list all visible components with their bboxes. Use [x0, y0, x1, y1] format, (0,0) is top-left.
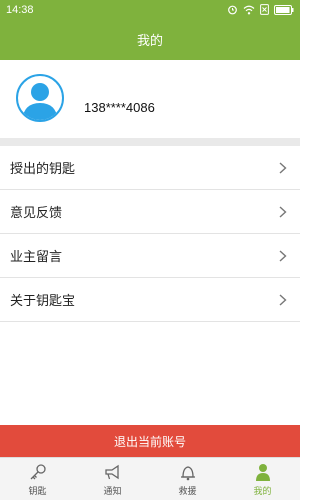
chevron-right-icon	[279, 249, 287, 262]
menu-item-label: 业主留言	[10, 250, 63, 265]
logout-button[interactable]: 退出当前账号	[0, 425, 300, 457]
tab-mine[interactable]: 我的	[225, 458, 300, 500]
status-time: 14:38	[6, 3, 34, 16]
tab-label: 通知	[103, 486, 122, 497]
bell-icon	[180, 465, 195, 480]
menu-item-label: 授出的钥匙	[10, 162, 76, 177]
menu-item-feedback[interactable]: 意见反馈	[0, 190, 300, 234]
menu-item-about[interactable]: 关于钥匙宝	[0, 278, 300, 322]
alarm-icon	[228, 5, 237, 15]
tab-label: 钥匙	[28, 486, 47, 497]
page-title: 我的	[136, 34, 163, 49]
chevron-right-icon	[279, 205, 287, 218]
tab-label: 我的	[253, 486, 272, 497]
profile-section: 138****4086	[0, 60, 300, 138]
status-icons	[227, 4, 294, 15]
avatar[interactable]	[16, 74, 64, 122]
key-icon	[30, 463, 46, 479]
settings-menu: 授出的钥匙 意见反馈 业主留言 关于钥匙宝	[0, 146, 300, 322]
logout-label: 退出当前账号	[113, 434, 186, 449]
tab-label: 救援	[178, 486, 197, 497]
section-divider	[0, 138, 300, 146]
menu-item-owner-messages[interactable]: 业主留言	[0, 234, 300, 278]
status-bar: 14:38	[0, 0, 300, 19]
chevron-right-icon	[279, 293, 287, 306]
menu-item-label: 意见反馈	[10, 206, 63, 221]
menu-item-label: 关于钥匙宝	[10, 294, 76, 309]
tab-keys[interactable]: 钥匙	[0, 458, 75, 500]
person-icon	[255, 463, 270, 481]
bottom-tab-bar: 钥匙 通知 救援 我的	[0, 457, 300, 500]
title-bar: 我的	[0, 19, 300, 60]
tab-rescue[interactable]: 救援	[150, 458, 225, 500]
tab-notifications[interactable]: 通知	[75, 458, 150, 500]
megaphone-icon	[104, 464, 119, 479]
menu-item-granted-keys[interactable]: 授出的钥匙	[0, 146, 300, 190]
battery-icon	[274, 4, 294, 15]
chevron-right-icon	[279, 161, 287, 174]
wifi-icon	[243, 5, 255, 14]
no-sim-icon	[260, 4, 269, 15]
default-avatar-icon	[22, 83, 58, 120]
phone-number: 138****4086	[84, 100, 155, 115]
